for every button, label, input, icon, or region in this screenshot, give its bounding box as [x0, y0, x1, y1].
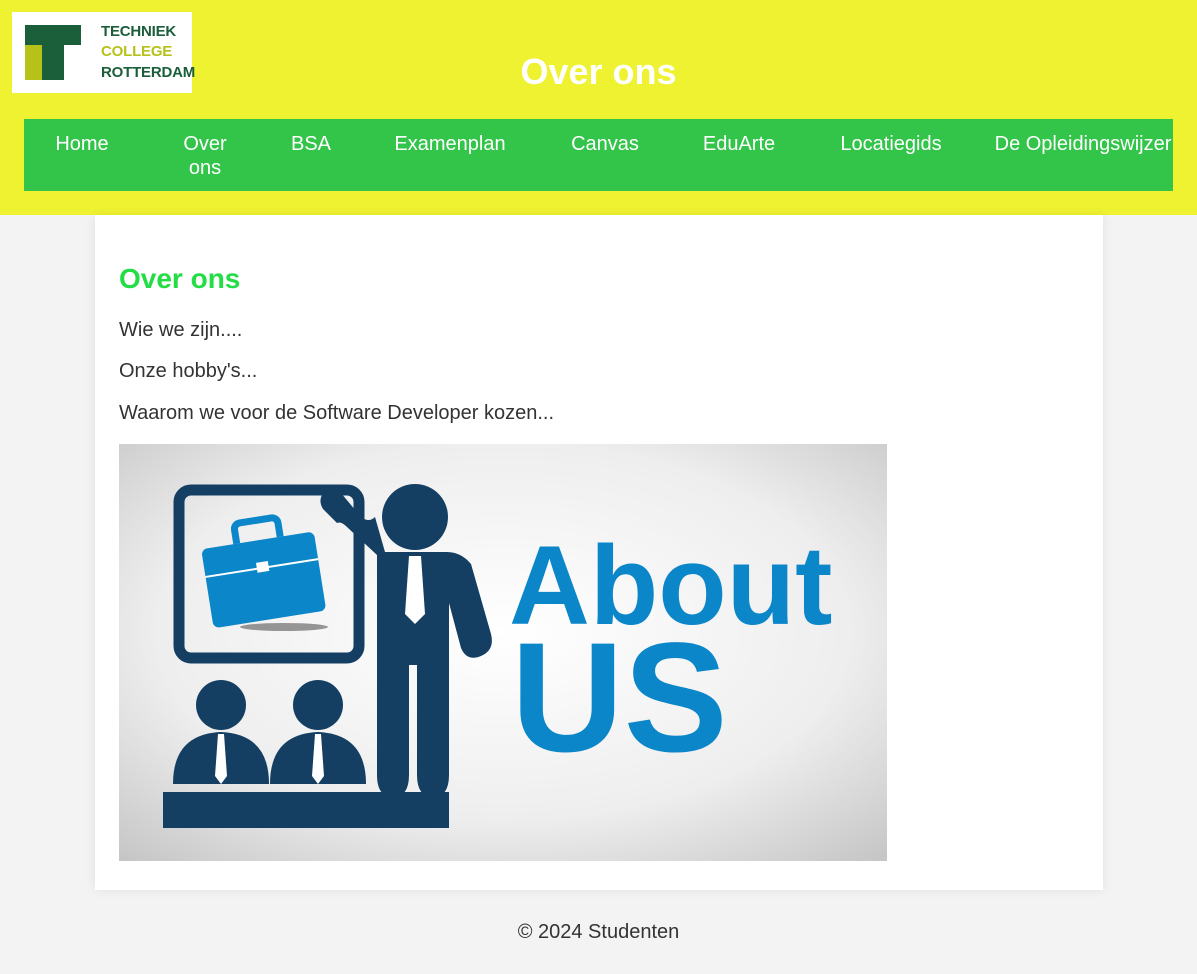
main-content: Over ons Wie we zijn.... Onze hobby's...… [95, 215, 1103, 890]
about-us-image: About US [119, 444, 887, 861]
paragraph-hobbies: Onze hobby's... [119, 360, 258, 382]
site-footer: © 2024 Studenten [517, 921, 680, 943]
site-title: Over ons [520, 51, 677, 92]
main-nav: Home Over ons BSA Examenplan Canvas EduA… [24, 119, 1173, 191]
nav-item-canvas[interactable]: Canvas [558, 132, 652, 156]
paragraph-who: Wie we zijn.... [119, 319, 243, 341]
nav-item-opleidingswijzer[interactable]: De Opleidingswijzer [984, 132, 1182, 156]
nav-item-locatiegids[interactable]: Locatiegids [824, 132, 958, 156]
nav-item-examenplan[interactable]: Examenplan [380, 132, 520, 156]
nav-item-over-ons[interactable]: Over ons [170, 132, 240, 180]
paragraph-why: Waarom we voor de Software Developer koz… [119, 402, 555, 424]
nav-item-bsa[interactable]: BSA [278, 132, 344, 156]
us-word: US [511, 611, 728, 785]
logo-text-techniek: TECHNIEK [101, 23, 177, 40]
nav-item-home[interactable]: Home [44, 132, 120, 156]
page-heading: Over ons [119, 263, 241, 294]
nav-item-eduarte[interactable]: EduArte [690, 132, 788, 156]
site-header: TECHNIEK COLLEGE ROTTERDAM Over ons Home… [0, 0, 1197, 215]
